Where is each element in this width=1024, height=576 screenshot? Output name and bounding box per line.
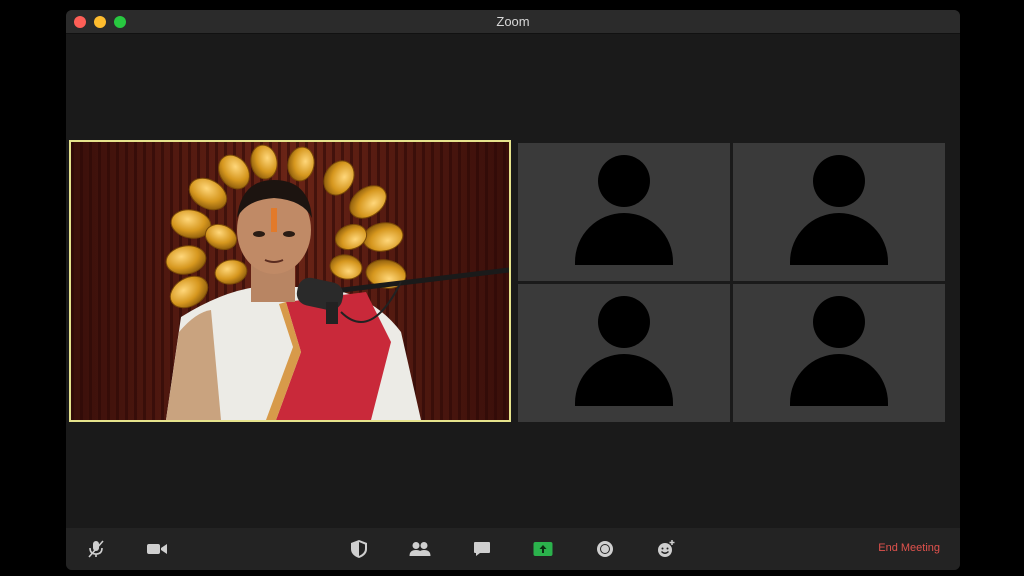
security-shield-icon[interactable]: [344, 536, 374, 562]
record-icon[interactable]: [590, 536, 620, 562]
participant-tile[interactable]: [518, 143, 730, 281]
participant-tile[interactable]: [733, 284, 945, 422]
chat-icon[interactable]: [467, 536, 497, 562]
avatar-body-icon: [575, 213, 673, 265]
active-speaker-video[interactable]: [69, 140, 511, 422]
participant-tile[interactable]: [518, 284, 730, 422]
avatar-head-icon: [598, 155, 650, 207]
camera-icon[interactable]: [142, 536, 172, 562]
window-title: Zoom: [496, 14, 530, 29]
end-meeting-button[interactable]: End Meeting: [878, 542, 940, 554]
avatar-body-icon: [790, 213, 888, 265]
participants-icon[interactable]: [405, 536, 435, 562]
avatar-head-icon: [813, 296, 865, 348]
video-gallery: [66, 34, 960, 528]
avatar-head-icon: [598, 296, 650, 348]
avatar-body-icon: [790, 354, 888, 406]
mute-mic-icon[interactable]: [81, 536, 111, 562]
speaker-video-frame: [71, 142, 509, 420]
avatar-body-icon: [575, 354, 673, 406]
participant-tile[interactable]: [733, 143, 945, 281]
title-bar: Zoom: [66, 10, 960, 34]
meeting-toolbar: End Meeting: [66, 528, 960, 570]
zoom-window: Zoom End Meeting: [66, 10, 960, 570]
reactions-icon[interactable]: [651, 536, 681, 562]
avatar-head-icon: [813, 155, 865, 207]
share-screen-icon[interactable]: [528, 536, 558, 562]
